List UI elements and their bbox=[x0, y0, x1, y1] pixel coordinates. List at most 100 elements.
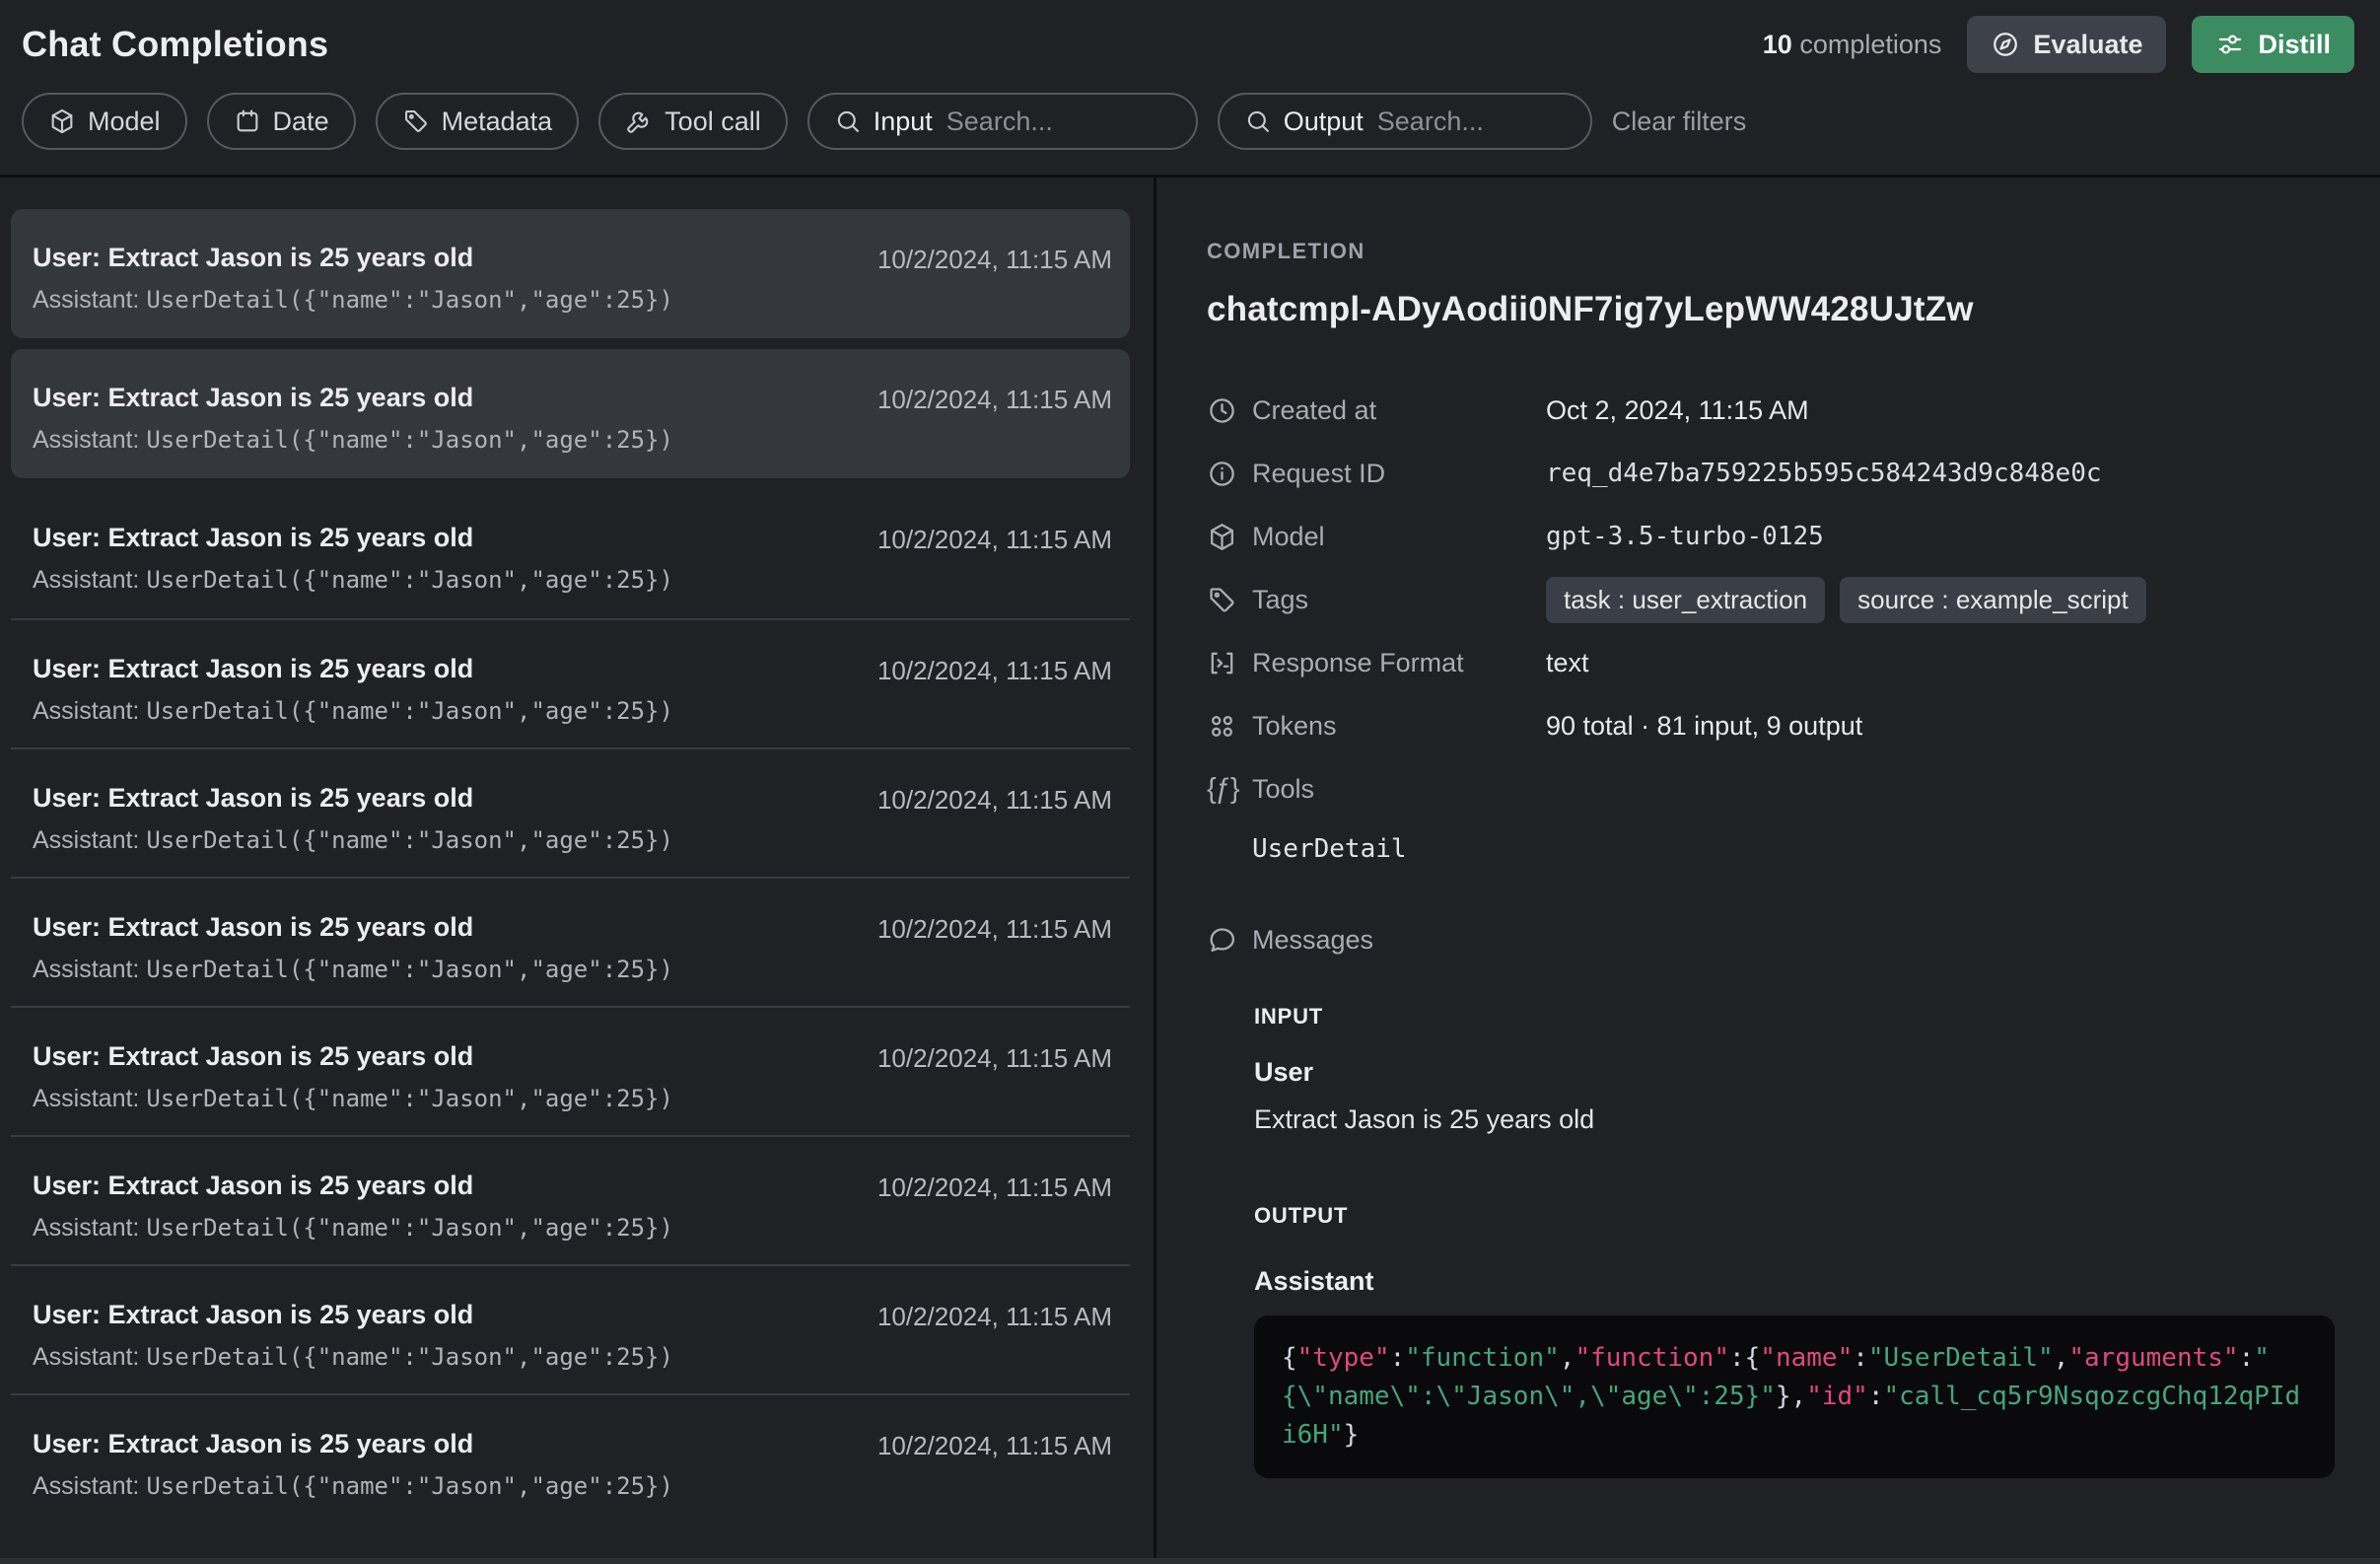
item-assistant-prefix: Assistant: bbox=[33, 1085, 146, 1112]
item-assistant-summary: Assistant: UserDetail({"name":"Jason","a… bbox=[33, 826, 877, 855]
tag-pill: task : user_extraction bbox=[1546, 577, 1825, 623]
code-token: "UserDetail" bbox=[1868, 1343, 2054, 1373]
window-bottom-edge bbox=[0, 1558, 2380, 1564]
list-item[interactable]: User: Extract Jason is 25 years old Assi… bbox=[11, 618, 1130, 747]
search-icon bbox=[1244, 107, 1272, 135]
item-timestamp: 10/2/2024, 11:15 AM bbox=[877, 654, 1112, 686]
code-token: , bbox=[2054, 1343, 2069, 1373]
date-filter-label: Date bbox=[273, 107, 329, 137]
output-search-label: Output bbox=[1284, 107, 1364, 137]
code-token: { bbox=[1282, 1343, 1297, 1373]
list-item[interactable]: User: Extract Jason is 25 years old Assi… bbox=[11, 489, 1130, 618]
tools-label: Tools bbox=[1252, 774, 1546, 805]
response-format-row: Response Format text bbox=[1207, 631, 2337, 694]
list-item[interactable]: User: Extract Jason is 25 years old Assi… bbox=[11, 1264, 1130, 1393]
assistant-output-code: {"type":"function","function":{"name":"U… bbox=[1254, 1315, 2335, 1478]
item-assistant-summary: Assistant: UserDetail({"name":"Jason","a… bbox=[33, 697, 877, 726]
item-timestamp: 10/2/2024, 11:15 AM bbox=[877, 1429, 1112, 1461]
messages-header: Messages bbox=[1207, 919, 2337, 960]
input-search-label: Input bbox=[874, 107, 933, 137]
item-user-summary: User: Extract Jason is 25 years old bbox=[33, 654, 877, 684]
main-content: User: Extract Jason is 25 years old Assi… bbox=[0, 178, 2380, 1564]
item-assistant-call: UserDetail({"name":"Jason","age":25}) bbox=[146, 566, 673, 594]
tokens-value: 90 total · 81 input, 9 output bbox=[1546, 711, 1862, 742]
tag-icon bbox=[402, 107, 430, 135]
item-assistant-call: UserDetail({"name":"Jason","age":25}) bbox=[146, 1085, 673, 1112]
item-timestamp: 10/2/2024, 11:15 AM bbox=[877, 243, 1112, 275]
list-item[interactable]: User: Extract Jason is 25 years old Assi… bbox=[11, 1393, 1130, 1523]
tool-call-filter-chip[interactable]: Tool call bbox=[598, 93, 788, 150]
completions-count-value: 10 bbox=[1763, 30, 1792, 59]
item-user-summary: User: Extract Jason is 25 years old bbox=[33, 912, 877, 943]
top-bar: Chat Completions 10 completions Evaluate… bbox=[0, 0, 2380, 85]
item-user-summary: User: Extract Jason is 25 years old bbox=[33, 523, 877, 553]
message-bubble-icon bbox=[1207, 925, 1252, 956]
item-assistant-summary: Assistant: UserDetail({"name":"Jason","a… bbox=[33, 426, 877, 455]
list-item[interactable]: User: Extract Jason is 25 years old Assi… bbox=[11, 349, 1130, 478]
item-assistant-call: UserDetail({"name":"Jason","age":25}) bbox=[146, 426, 673, 454]
completions-count-label: completions bbox=[1799, 30, 1941, 59]
list-item[interactable]: User: Extract Jason is 25 years old Assi… bbox=[11, 747, 1130, 877]
braces-function-icon: {ƒ} bbox=[1207, 773, 1252, 806]
code-token: :{ bbox=[1729, 1343, 1760, 1373]
input-search-filter: Input bbox=[807, 93, 1198, 150]
metadata-filter-chip[interactable]: Metadata bbox=[376, 93, 580, 150]
input-role: User bbox=[1254, 1057, 2337, 1091]
item-assistant-summary: Assistant: UserDetail({"name":"Jason","a… bbox=[33, 286, 877, 315]
list-item[interactable]: User: Extract Jason is 25 years old Assi… bbox=[11, 1135, 1130, 1264]
item-user-summary: User: Extract Jason is 25 years old bbox=[33, 243, 877, 273]
code-token: "type" bbox=[1297, 1343, 1390, 1373]
code-token: : bbox=[1390, 1343, 1406, 1373]
compass-icon bbox=[1991, 30, 2020, 59]
item-assistant-prefix: Assistant: bbox=[33, 956, 146, 983]
sliders-icon bbox=[2215, 30, 2245, 59]
item-assistant-summary: Assistant: UserDetail({"name":"Jason","a… bbox=[33, 1472, 877, 1501]
calendar-icon bbox=[234, 107, 261, 135]
item-assistant-summary: Assistant: UserDetail({"name":"Jason","a… bbox=[33, 1214, 877, 1243]
output-header: OUTPUT bbox=[1254, 1203, 2337, 1231]
distill-button[interactable]: Distill bbox=[2192, 16, 2354, 73]
model-filter-chip[interactable]: Model bbox=[22, 93, 187, 150]
list-item[interactable]: User: Extract Jason is 25 years old Assi… bbox=[11, 1006, 1130, 1135]
completion-section-label: COMPLETION bbox=[1207, 239, 2337, 264]
list-item-text: User: Extract Jason is 25 years old Assi… bbox=[33, 1300, 877, 1372]
output-search-field[interactable] bbox=[1375, 106, 1566, 138]
clear-filters-button[interactable]: Clear filters bbox=[1612, 107, 1747, 137]
list-item-text: User: Extract Jason is 25 years old Assi… bbox=[33, 1041, 877, 1113]
item-user-summary: User: Extract Jason is 25 years old bbox=[33, 783, 877, 814]
code-token: } bbox=[1344, 1420, 1360, 1450]
input-message-content: Extract Jason is 25 years old bbox=[1254, 1104, 2337, 1138]
list-item-text: User: Extract Jason is 25 years old Assi… bbox=[33, 912, 877, 984]
date-filter-chip[interactable]: Date bbox=[207, 93, 356, 150]
item-assistant-summary: Assistant: UserDetail({"name":"Jason","a… bbox=[33, 566, 877, 595]
item-timestamp: 10/2/2024, 11:15 AM bbox=[877, 783, 1112, 816]
created-at-value: Oct 2, 2024, 11:15 AM bbox=[1546, 395, 1809, 426]
completion-detail: COMPLETION chatcmpl-ADyAodii0NF7ig7yLepW… bbox=[1156, 178, 2380, 1564]
filter-bar: Model Date Metadata Tool call Input Outp… bbox=[0, 85, 2380, 175]
code-token: : bbox=[1853, 1343, 1868, 1373]
code-token: "arguments" bbox=[2068, 1343, 2238, 1373]
item-timestamp: 10/2/2024, 11:15 AM bbox=[877, 523, 1112, 555]
tag-pill: source : example_script bbox=[1840, 577, 2146, 623]
list-item[interactable]: User: Extract Jason is 25 years old Assi… bbox=[11, 209, 1130, 338]
model-row: Model gpt-3.5-turbo-0125 bbox=[1207, 505, 2337, 568]
item-assistant-prefix: Assistant: bbox=[33, 426, 146, 454]
item-assistant-prefix: Assistant: bbox=[33, 826, 146, 854]
code-token: "id" bbox=[1806, 1382, 1868, 1411]
item-assistant-call: UserDetail({"name":"Jason","age":25}) bbox=[146, 826, 673, 854]
tool-name: UserDetail bbox=[1252, 832, 2337, 866]
code-token: , bbox=[1560, 1343, 1575, 1373]
item-timestamp: 10/2/2024, 11:15 AM bbox=[877, 383, 1112, 415]
output-role: Assistant bbox=[1254, 1266, 2337, 1300]
wrench-icon bbox=[625, 107, 653, 135]
input-search-field[interactable] bbox=[945, 106, 1171, 138]
item-assistant-summary: Assistant: UserDetail({"name":"Jason","a… bbox=[33, 1085, 877, 1113]
completion-id: chatcmpl-ADyAodii0NF7ig7yLepWW428UJtZw bbox=[1207, 290, 2337, 329]
item-assistant-call: UserDetail({"name":"Jason","age":25}) bbox=[146, 1214, 673, 1242]
cube-icon bbox=[1207, 522, 1252, 552]
item-assistant-prefix: Assistant: bbox=[33, 1472, 146, 1500]
list-item[interactable]: User: Extract Jason is 25 years old Assi… bbox=[11, 877, 1130, 1006]
evaluate-button[interactable]: Evaluate bbox=[1967, 16, 2166, 73]
created-at-row: Created at Oct 2, 2024, 11:15 AM bbox=[1207, 379, 2337, 442]
tokens-label: Tokens bbox=[1252, 711, 1546, 742]
